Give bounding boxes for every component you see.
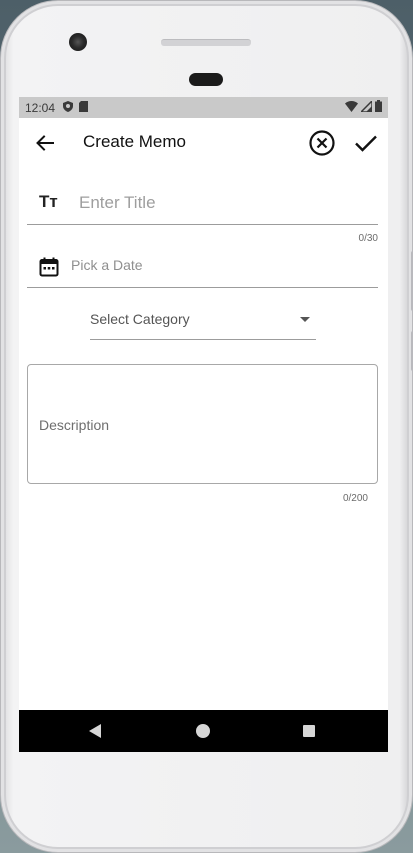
earpiece (189, 73, 223, 86)
title-char-counter: 0/30 (358, 233, 378, 244)
nav-recents-icon[interactable] (303, 725, 315, 737)
system-nav-bar (19, 710, 388, 752)
category-underline (90, 339, 316, 340)
wifi-icon (345, 100, 358, 115)
category-select-label: Select Category (90, 311, 190, 327)
speaker-grille (161, 39, 251, 46)
battery-icon (375, 100, 382, 115)
check-icon[interactable] (353, 130, 379, 156)
title-input[interactable]: Enter Title (79, 193, 156, 213)
status-bar: 12:04 (19, 97, 388, 118)
description-label: Description (39, 417, 110, 433)
status-time: 12:04 (25, 100, 56, 115)
page-title: Create Memo (83, 132, 186, 151)
close-circle-icon[interactable] (308, 129, 336, 157)
front-camera (69, 33, 87, 51)
title-underline (27, 224, 378, 225)
shield-icon (63, 100, 74, 115)
category-select[interactable]: Select Category (90, 309, 316, 339)
description-char-counter: 0/200 (342, 493, 368, 504)
nav-home-icon[interactable] (196, 724, 210, 738)
signal-icon (359, 98, 373, 115)
text-size-icon: Tт (39, 192, 58, 211)
screen: 12:04 Create Memo Tт Enter Title 0/30 Pi… (19, 97, 388, 752)
title-field[interactable]: Tт Enter Title (27, 169, 378, 225)
arrow-back-icon[interactable] (33, 131, 57, 155)
description-field[interactable]: Description (27, 364, 378, 484)
sd-card-icon (79, 100, 89, 115)
date-input[interactable]: Pick a Date (71, 257, 143, 273)
date-underline (27, 287, 378, 288)
calendar-icon[interactable] (39, 257, 59, 277)
nav-back-icon[interactable] (89, 724, 101, 738)
app-bar: Create Memo (19, 118, 388, 168)
dropdown-arrow-icon (300, 317, 310, 322)
